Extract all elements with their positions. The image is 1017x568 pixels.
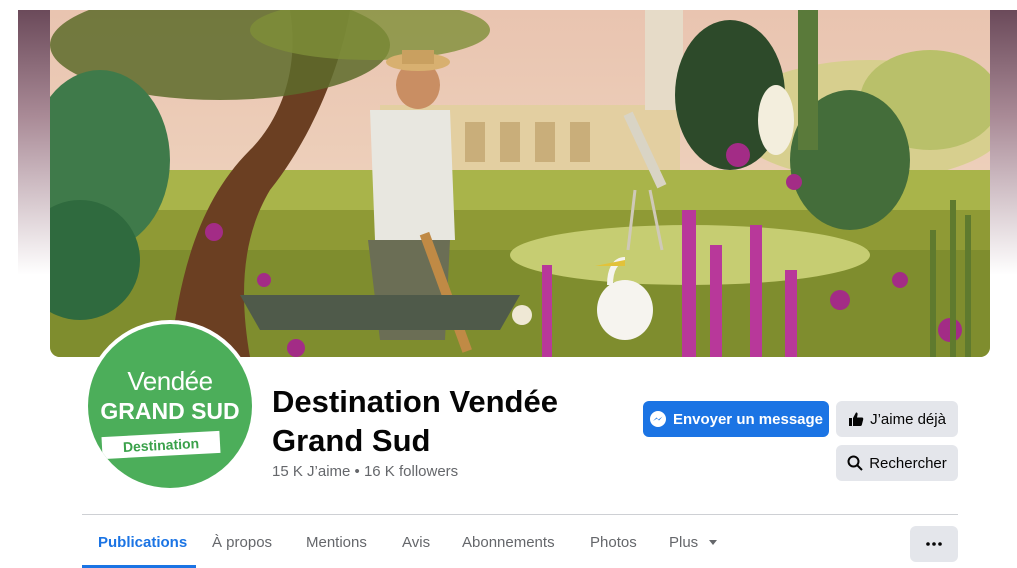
search-label: Rechercher [869,454,947,472]
tab-abonnements[interactable]: Abonnements [462,534,555,551]
header-divider [82,514,958,515]
messenger-icon [649,411,666,427]
tab-a-propos[interactable]: À propos [212,534,272,551]
tab-avis[interactable]: Avis [402,534,430,551]
tab-photos[interactable]: Photos [590,534,637,551]
more-dots-icon [926,542,942,546]
thumbs-up-icon [849,412,864,426]
liked-label: J’aime déjà [870,410,946,428]
page-title: Destination Vendée Grand Sud [272,384,558,458]
tab-plus-label: Plus [669,534,699,551]
search-icon [847,455,863,471]
send-message-label: Envoyer un message [672,410,824,428]
page-stats[interactable]: 15 K J’aime • 16 K followers [272,463,458,480]
logo-text-grand-sud: GRAND SUD [100,398,240,424]
liked-button[interactable]: J’aime déjà [836,401,958,437]
search-button[interactable]: Rechercher [836,445,958,481]
logo-tag-destination: Destination [101,430,221,460]
cover-photo[interactable] [50,10,990,357]
tab-plus[interactable]: Plus [669,534,718,551]
page-avatar[interactable]: Vendée GRAND SUD Destination [84,320,256,492]
tab-mentions[interactable]: Mentions [306,534,367,551]
caret-down-icon [709,540,718,545]
tab-publications[interactable]: Publications [98,534,187,551]
more-options-button[interactable] [910,526,958,562]
send-message-button[interactable]: Envoyer un message [643,401,829,437]
logo: Vendée GRAND SUD Destination [88,324,252,488]
logo-text-vendee: Vendée [127,366,213,396]
